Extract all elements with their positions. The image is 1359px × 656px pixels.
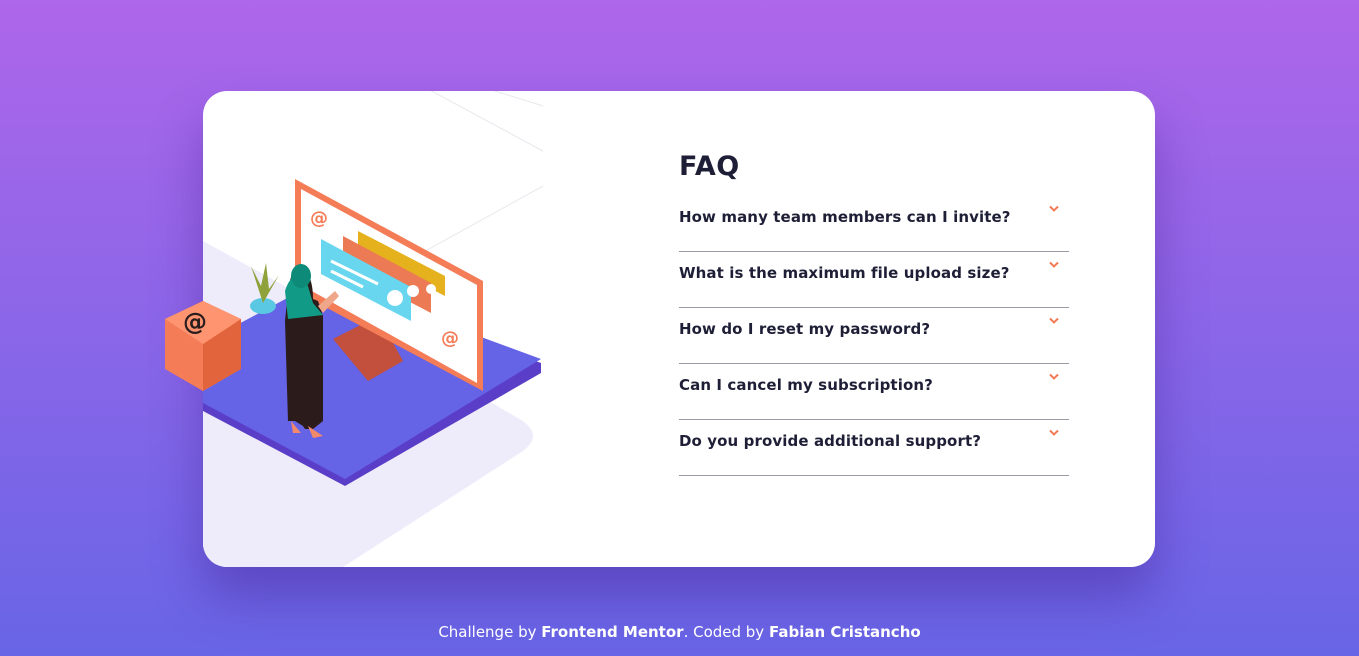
faq-item[interactable]: How many team members can I invite? (679, 196, 1069, 252)
faq-item[interactable]: What is the maximum file upload size? (679, 252, 1069, 308)
svg-text:@: @ (183, 308, 207, 336)
svg-text:@: @ (310, 208, 328, 229)
faq-question: Do you provide additional support? (679, 432, 982, 450)
faq-title: FAQ (679, 151, 740, 182)
faq-question: How do I reset my password? (679, 320, 931, 338)
chevron-down-icon (1049, 317, 1059, 324)
chevron-down-icon (1049, 205, 1059, 212)
chevron-down-icon (1049, 261, 1059, 268)
footer-middle: . Coded by (683, 623, 769, 641)
frontend-mentor-link[interactable]: Frontend Mentor (541, 623, 683, 641)
illustration-panel: @ @ (203, 91, 543, 567)
author-link[interactable]: Fabian Cristancho (769, 623, 921, 641)
faq-item[interactable]: Can I cancel my subscription? (679, 364, 1069, 420)
svg-text:@: @ (441, 328, 459, 349)
faq-question: What is the maximum file upload size? (679, 264, 1010, 282)
attribution-footer: Challenge by Frontend Mentor. Coded by F… (0, 623, 1359, 641)
chevron-down-icon (1049, 373, 1059, 380)
faq-card: @ @ @ FAQ How many team members can I in… (165, 91, 1155, 567)
faq-question: Can I cancel my subscription? (679, 376, 933, 394)
faq-section: FAQ How many team members can I invite? … (679, 151, 1069, 476)
faq-item[interactable]: Do you provide additional support? (679, 420, 1069, 476)
faq-question: How many team members can I invite? (679, 208, 1011, 226)
footer-prefix: Challenge by (438, 623, 542, 641)
woman-computer-illustration: @ @ (203, 91, 543, 567)
faq-item[interactable]: How do I reset my password? (679, 308, 1069, 364)
at-box-icon: @ (165, 301, 241, 391)
chevron-down-icon (1049, 429, 1059, 436)
